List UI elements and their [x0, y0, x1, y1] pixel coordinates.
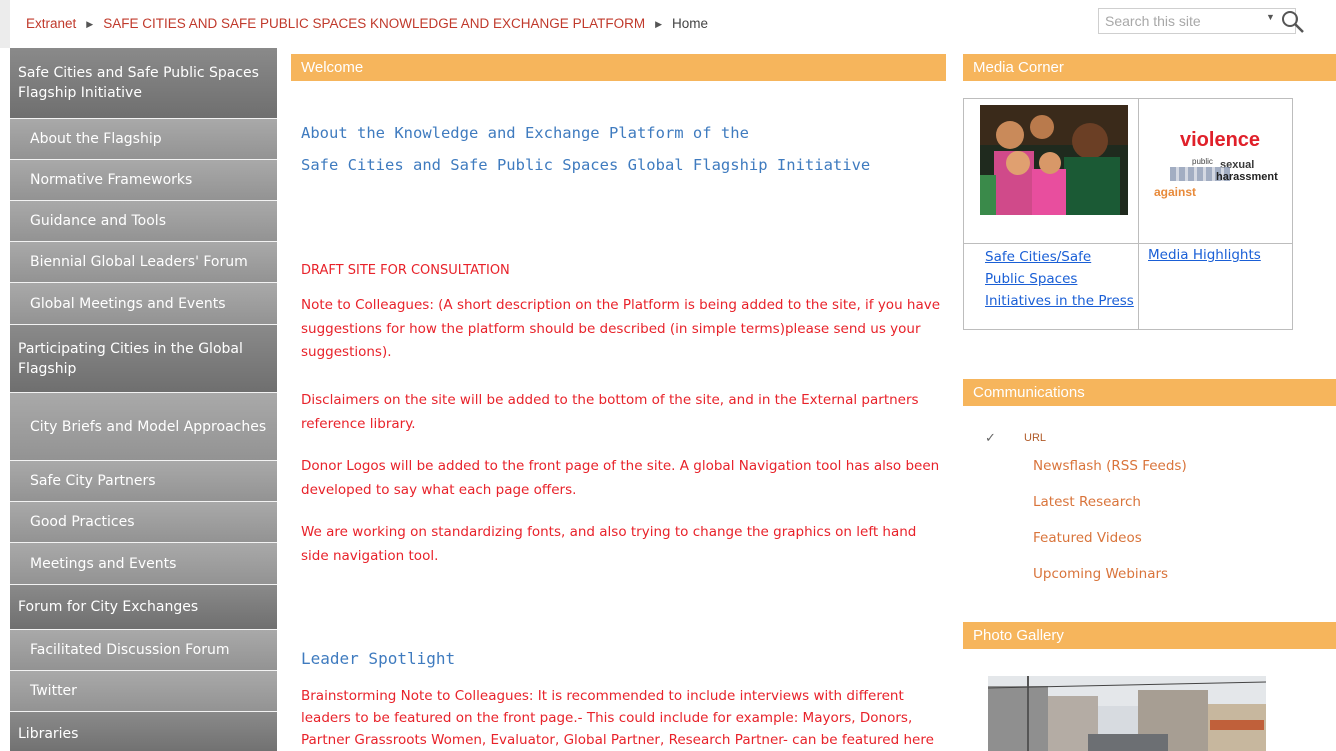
nav-item-global-meetings[interactable]: Global Meetings and Events	[10, 283, 277, 325]
media-corner-header: Media Corner	[963, 54, 1336, 81]
breadcrumb-separator-icon: ▶	[655, 19, 662, 29]
nav-item-good-practices[interactable]: Good Practices	[10, 502, 277, 543]
nav-item-forum-city-exchanges[interactable]: Forum for City Exchanges	[10, 585, 277, 630]
url-label: URL	[1024, 432, 1047, 444]
check-icon: ✓	[985, 430, 996, 445]
page-title-line2: Safe Cities and Safe Public Spaces Globa…	[301, 156, 871, 174]
comm-link-newsflash[interactable]: Newsflash (RSS Feeds)	[1033, 458, 1187, 474]
note-fonts: We are working on standardizing fonts, a…	[301, 524, 917, 564]
breadcrumb-extranet-link[interactable]: Extranet	[26, 16, 76, 31]
nav-item-participating-cities[interactable]: Participating Cities in the Global Flags…	[10, 325, 277, 393]
media-corner-table: violence public sexual harassment agains…	[963, 98, 1293, 330]
press-photo-image	[980, 105, 1128, 215]
comm-link-latest-research[interactable]: Latest Research	[1033, 494, 1141, 510]
left-navigation: Safe Cities and Safe Public Spaces Flags…	[0, 48, 277, 751]
word-cloud-word: public	[1192, 157, 1213, 166]
leader-spotlight-text: Brainstorming Note to Colleagues: It is …	[301, 688, 934, 748]
page-title-line1: About the Knowledge and Exchange Platfor…	[301, 124, 749, 142]
note-disclaimers: Disclaimers on the site will be added to…	[301, 392, 919, 432]
nav-item-meetings-events[interactable]: Meetings and Events	[10, 543, 277, 585]
comm-link-upcoming-webinars[interactable]: Upcoming Webinars	[1033, 566, 1168, 582]
media-highlights-link[interactable]: Media Highlights	[1148, 244, 1261, 266]
word-cloud-word: against	[1154, 185, 1197, 199]
word-cloud-word: violence	[1180, 129, 1261, 151]
note-description: Note to Colleagues: (A short description…	[301, 297, 941, 360]
breadcrumb: Extranet ▶ SAFE CITIES AND SAFE PUBLIC SPA…	[26, 16, 708, 31]
gallery-photo-image	[988, 676, 1266, 751]
press-initiatives-link[interactable]: Safe Cities/Safe Public Spaces Initiativ…	[985, 246, 1135, 312]
search-input[interactable]	[1099, 9, 1269, 33]
note-donor-logos: Donor Logos will be added to the front p…	[301, 458, 940, 498]
leader-spotlight-title: Leader Spotlight	[301, 649, 456, 668]
photo-gallery-header: Photo Gallery	[963, 622, 1336, 649]
left-strip	[0, 0, 10, 48]
nav-item-city-briefs[interactable]: City Briefs and Model Approaches	[10, 393, 277, 461]
draft-label: DRAFT SITE FOR CONSULTATION	[301, 263, 510, 278]
welcome-header: Welcome	[291, 54, 946, 81]
comm-link-featured-videos[interactable]: Featured Videos	[1033, 530, 1142, 546]
nav-item-twitter[interactable]: Twitter	[10, 671, 277, 712]
nav-item-discussion-forum[interactable]: Facilitated Discussion Forum	[10, 630, 277, 671]
table-divider	[1138, 99, 1139, 329]
breadcrumb-platform-link[interactable]: SAFE CITIES AND SAFE PUBLIC SPACES KNOWL…	[103, 16, 645, 31]
search-scope-dropdown-icon[interactable]: ▼	[1266, 12, 1275, 22]
top-bar: Extranet ▶ SAFE CITIES AND SAFE PUBLIC SPA…	[0, 0, 1336, 48]
media-highlights-image[interactable]: violence public sexual harassment agains…	[1154, 129, 1290, 209]
nav-item-safe-city-partners[interactable]: Safe City Partners	[10, 461, 277, 502]
communications-header: Communications	[963, 379, 1336, 406]
gallery-photo[interactable]	[988, 676, 1266, 751]
nav-item-normative-frameworks[interactable]: Normative Frameworks	[10, 160, 277, 201]
search-icon[interactable]	[1280, 9, 1306, 35]
breadcrumb-current: Home	[672, 16, 709, 31]
nav-item-leaders-forum[interactable]: Biennial Global Leaders' Forum	[10, 242, 277, 283]
nav-item-flagship-initiative[interactable]: Safe Cities and Safe Public Spaces Flags…	[10, 48, 277, 119]
nav-item-libraries[interactable]: Libraries	[10, 712, 277, 751]
nav-item-guidance-tools[interactable]: Guidance and Tools	[10, 201, 277, 242]
press-photo[interactable]	[980, 105, 1128, 215]
breadcrumb-separator-icon: ▶	[86, 19, 94, 29]
word-cloud-word: harassment	[1216, 171, 1278, 183]
nav-item-about-flagship[interactable]: About the Flagship	[10, 119, 277, 160]
